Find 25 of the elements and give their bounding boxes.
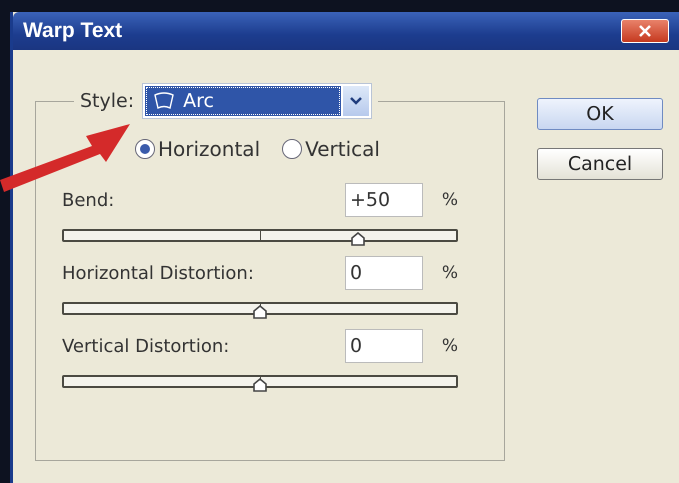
close-button[interactable] — [621, 19, 669, 43]
value-field[interactable]: 0 — [345, 329, 423, 363]
style-label: Style: — [80, 90, 134, 112]
slider-label: Horizontal Distortion: — [62, 262, 255, 284]
percent-unit: % — [440, 336, 458, 356]
orientation-radio[interactable]: Horizontal — [135, 137, 260, 161]
dropdown-arrow-button[interactable] — [343, 86, 370, 116]
value-field[interactable]: +50 — [345, 183, 423, 217]
value-field[interactable]: 0 — [345, 256, 423, 290]
percent-unit: % — [440, 263, 458, 283]
dialog-button[interactable]: Cancel — [537, 148, 663, 180]
slider-thumb[interactable] — [253, 305, 267, 319]
percent-unit: % — [440, 190, 458, 210]
arc-shape-icon — [153, 92, 176, 110]
dialog-button[interactable]: OK — [537, 98, 663, 130]
slider-thumb[interactable] — [351, 232, 365, 246]
close-icon — [638, 24, 652, 38]
slider-label: Bend: — [62, 190, 116, 210]
style-value: Arc — [183, 90, 214, 112]
style-dropdown[interactable]: Arc — [142, 83, 372, 119]
window-title: Warp Text — [23, 19, 122, 43]
orientation-radio[interactable]: Vertical — [282, 137, 380, 161]
slider-label: Vertical Distortion: — [62, 336, 230, 356]
chevron-down-icon — [350, 97, 362, 105]
slider-thumb[interactable] — [253, 378, 267, 392]
